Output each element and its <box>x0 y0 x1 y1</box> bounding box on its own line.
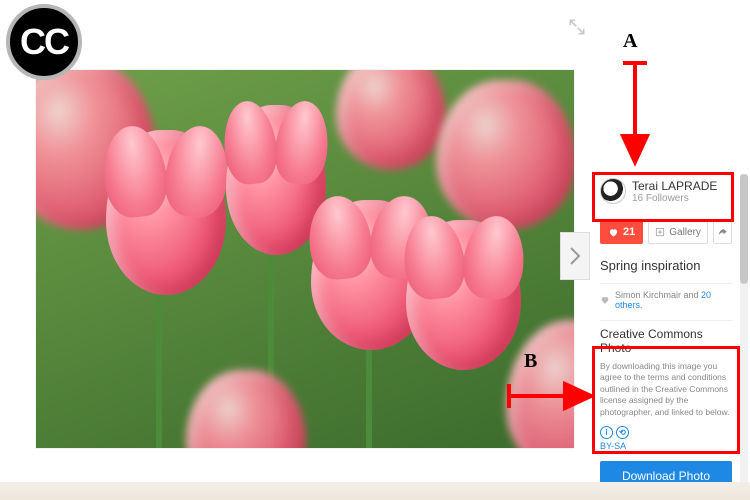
liked-by-name: Simon Kirchmair <box>615 290 681 300</box>
heart-outline-icon <box>600 295 610 305</box>
gallery-label: Gallery <box>669 227 701 238</box>
divider <box>600 320 732 321</box>
next-image-button[interactable] <box>560 232 590 280</box>
like-button[interactable]: 21 <box>600 220 643 244</box>
author-row[interactable]: Terai LAPRADE 16 Followers <box>600 174 732 210</box>
cc-sa-icon: ⟲ <box>616 426 629 439</box>
cc-logo: CC <box>6 4 82 80</box>
author-followers: 16 Followers <box>632 193 717 204</box>
author-name: Terai LAPRADE <box>632 179 717 193</box>
expand-button[interactable] <box>564 14 590 40</box>
divider <box>600 283 732 284</box>
scrollbar-thumb[interactable] <box>740 174 748 284</box>
cc-by-icon: i <box>600 426 613 439</box>
heart-icon <box>608 227 619 238</box>
liked-by-row: Simon Kirchmair and 20 others. <box>600 290 732 310</box>
cc-license-link[interactable]: BY-SA <box>600 441 732 451</box>
photo-title: Spring inspiration <box>600 258 732 273</box>
cc-section-body: By downloading this image you agree to t… <box>600 361 732 418</box>
cc-license-icons: i ⟲ <box>600 426 732 439</box>
bottom-strip <box>0 482 750 500</box>
share-button[interactable] <box>713 220 732 244</box>
expand-icon <box>567 17 587 37</box>
info-sidebar: Terai LAPRADE 16 Followers 21 Gallery Sp… <box>592 0 750 500</box>
sidebar-scrollbar[interactable] <box>740 174 748 494</box>
cc-logo-text: CC <box>20 21 68 63</box>
avatar <box>600 178 626 204</box>
cc-section-heading: Creative Commons Photo <box>600 327 732 355</box>
action-row: 21 Gallery <box>600 220 732 244</box>
share-arrow-icon <box>717 227 728 238</box>
like-count: 21 <box>623 226 635 238</box>
chevron-right-icon <box>569 246 581 266</box>
gallery-button[interactable]: Gallery <box>648 220 708 244</box>
gallery-icon <box>655 227 665 237</box>
photo-main <box>36 70 574 448</box>
